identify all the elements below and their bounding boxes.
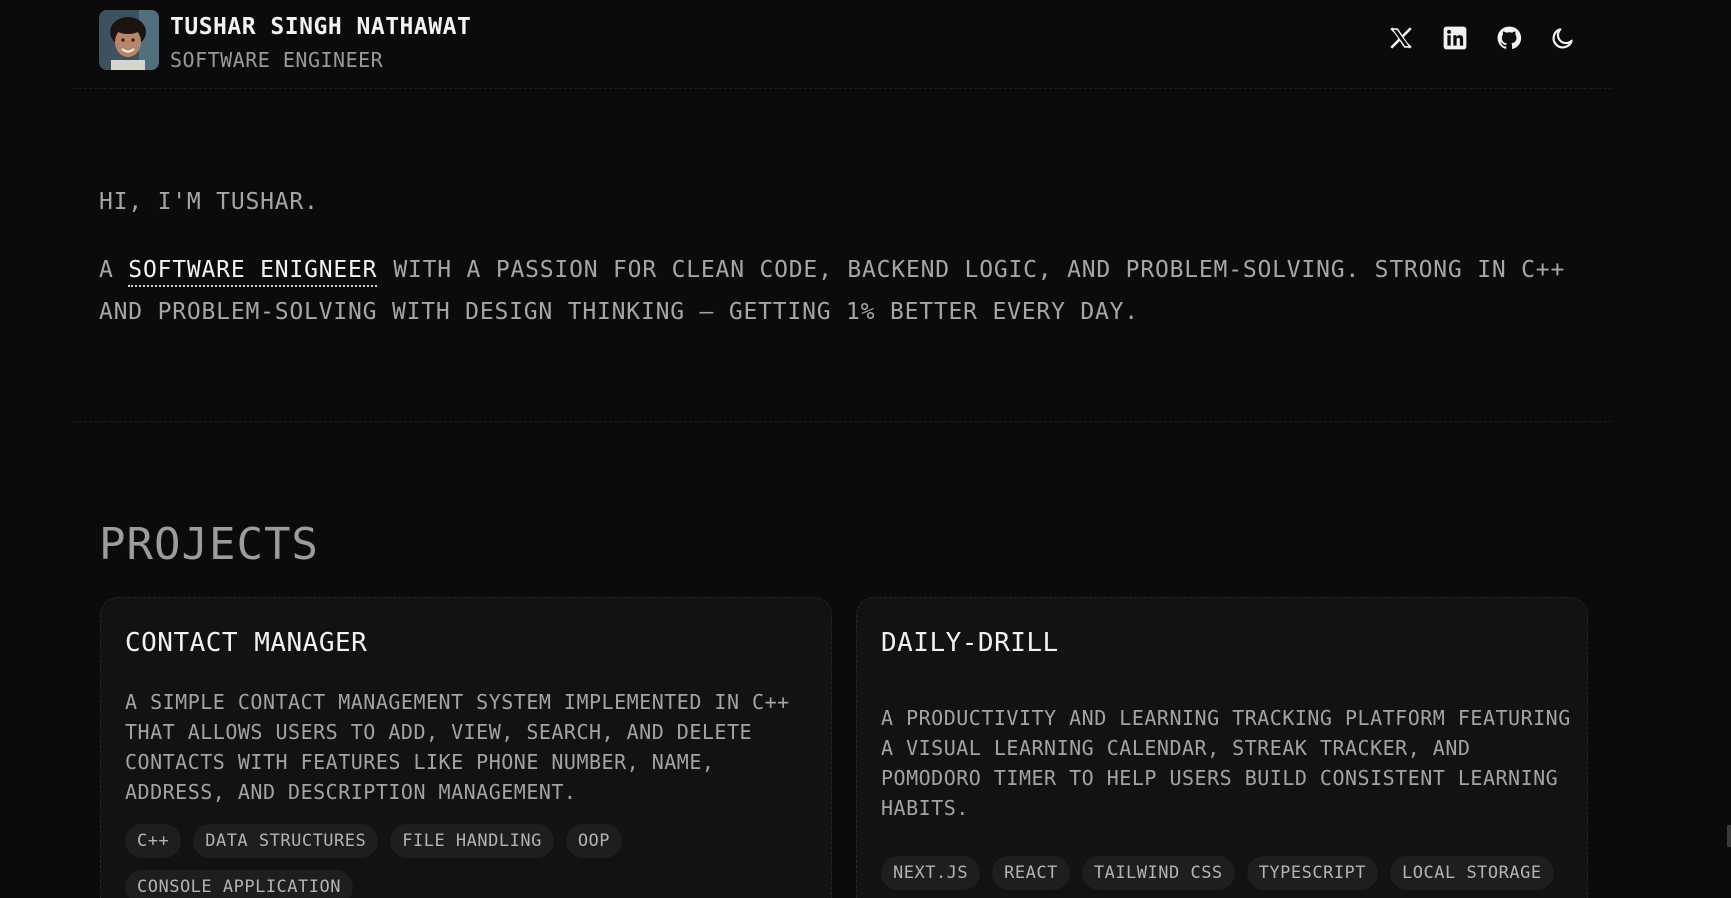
site-owner-name: TUSHAR SINGH NATHAWAT [170,14,472,40]
tag: DATA STRUCTURES [193,824,379,858]
avatar[interactable] [99,10,159,70]
tag: REACT [992,856,1070,890]
project-description: A SIMPLE CONTACT MANAGEMENT SYSTEM IMPLE… [125,690,790,804]
social-links [1387,24,1577,52]
project-title[interactable]: DAILY-DRILL [881,628,1059,658]
tagline-prefix: A [99,257,129,283]
avatar-photo [99,10,159,70]
project-card-contact-manager[interactable]: CONTACT MANAGER A SIMPLE CONTACT MANAGEM… [100,597,832,898]
tagline-highlight[interactable]: SOFTWARE ENIGNEER [128,257,378,287]
hero-section: HI, I'M TUSHAR. A SOFTWARE ENIGNEER WITH … [74,89,1612,422]
tag: NEXT.JS [881,856,981,890]
github-icon[interactable] [1495,24,1523,52]
scroll-indicator[interactable] [1727,825,1731,847]
site-owner-role: SOFTWARE ENGINEER [170,48,384,72]
tag: CONSOLE APPLICATION [125,870,353,898]
project-card-daily-drill[interactable]: DAILY-DRILL A PRODUCTIVITY AND LEARNING … [856,597,1588,898]
moon-icon[interactable] [1549,24,1577,52]
hero-tagline: A SOFTWARE ENIGNEER WITH A PASSION FOR CL… [99,249,1619,333]
tag: C++ [125,824,182,858]
tag: OOP [565,824,623,858]
project-description: A PRODUCTIVITY AND LEARNING TRACKING PLA… [881,706,1571,820]
project-tags: C++ DATA STRUCTURES FILE HANDLING OOP CO… [125,824,815,898]
tag: FILE HANDLING [390,824,554,858]
x-icon[interactable] [1387,24,1415,52]
tag: TYPESCRIPT [1246,856,1379,890]
site-header: TUSHAR SINGH NATHAWAT SOFTWARE ENGINEER [74,0,1612,89]
project-tags: NEXT.JS REACT TAILWIND CSS TYPESCRIPT LO… [881,856,1571,890]
tag: LOCAL STORAGE [1390,856,1554,890]
projects-heading: PROJECTS [99,519,319,570]
page: TUSHAR SINGH NATHAWAT SOFTWARE ENGINEER [0,0,1731,898]
tag: TAILWIND CSS [1081,856,1235,890]
hero-greeting: HI, I'M TUSHAR. [99,189,319,215]
linkedin-icon[interactable] [1441,24,1469,52]
project-title[interactable]: CONTACT MANAGER [125,628,367,658]
